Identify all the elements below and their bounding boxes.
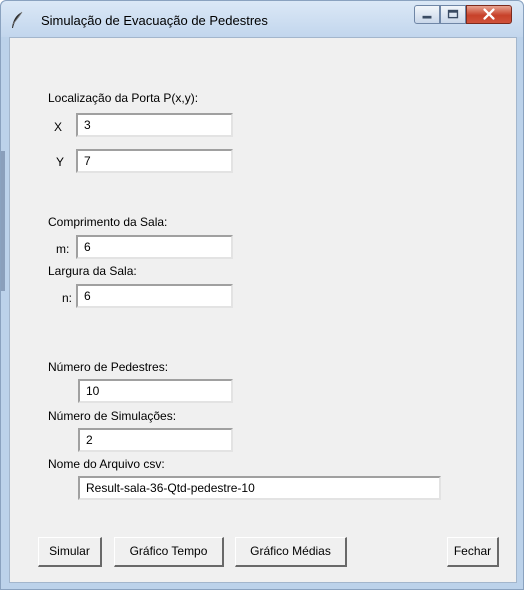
- door-x-input[interactable]: 3: [76, 113, 233, 137]
- time-chart-button[interactable]: Gráfico Tempo: [114, 537, 224, 567]
- door-location-heading: Localização da Porta P(x,y):: [48, 91, 199, 105]
- room-n-label: n:: [62, 291, 73, 305]
- pedestrians-label: Número de Pedestres:: [48, 360, 169, 374]
- room-m-label: m:: [56, 242, 70, 256]
- room-m-input[interactable]: 6: [76, 235, 233, 259]
- csv-filename-label: Nome do Arquivo csv:: [48, 457, 165, 471]
- simulations-input[interactable]: 2: [78, 428, 233, 452]
- feather-icon: [12, 11, 23, 28]
- title-bar[interactable]: Simulação de Evacuação de Pedestres: [1, 1, 523, 37]
- minimize-button[interactable]: [414, 5, 440, 24]
- simulations-label: Número de Simulações:: [48, 409, 177, 423]
- form-panel: Localização da Porta P(x,y): X 3 Y 7 Com…: [9, 37, 517, 583]
- window-edge-decoration: [1, 151, 5, 291]
- minimize-icon: [422, 15, 432, 19]
- door-y-input[interactable]: 7: [76, 149, 233, 173]
- window-title: Simulação de Evacuação de Pedestres: [41, 13, 268, 28]
- csv-filename-input[interactable]: Result-sala-36-Qtd-pedestre-10: [78, 476, 441, 500]
- simulate-button[interactable]: Simular: [38, 537, 102, 567]
- room-length-heading: Comprimento da Sala:: [48, 215, 168, 229]
- door-x-label: X: [54, 120, 63, 134]
- door-y-label: Y: [56, 155, 65, 169]
- pedestrians-input[interactable]: 10: [78, 379, 233, 403]
- close-icon: [483, 8, 495, 20]
- maximize-button[interactable]: [440, 5, 466, 24]
- app-window: Simulação de Evacuação de Pedestres Loca…: [0, 0, 524, 590]
- maximize-icon: [447, 9, 459, 19]
- room-n-input[interactable]: 6: [76, 284, 233, 308]
- mean-chart-button[interactable]: Gráfico Médias: [235, 537, 347, 567]
- close-window-button[interactable]: [466, 5, 512, 24]
- close-button[interactable]: Fechar: [447, 537, 499, 567]
- room-width-heading: Largura da Sala:: [48, 264, 137, 278]
